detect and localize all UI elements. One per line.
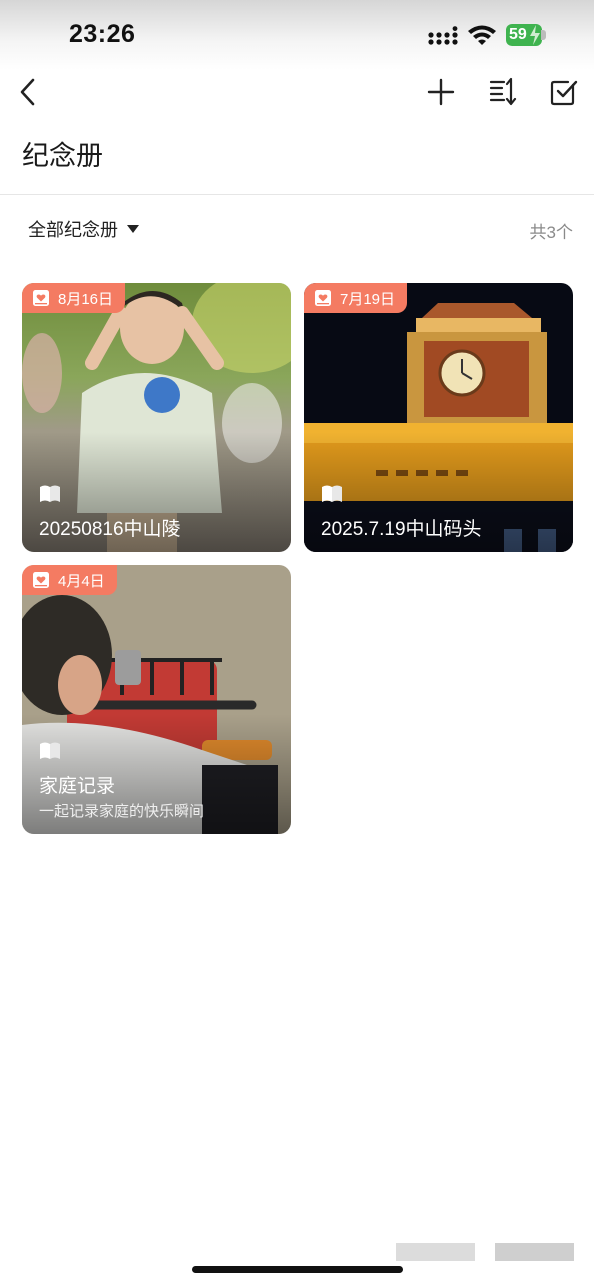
add-icon[interactable] — [426, 77, 456, 107]
page-title: 纪念册 — [22, 141, 103, 171]
date-badge: 7月19日 — [304, 283, 408, 313]
sort-icon[interactable] — [487, 76, 519, 108]
heart-book-icon — [33, 290, 49, 306]
caret-down-icon — [127, 225, 139, 233]
album-book-icon — [40, 485, 60, 502]
date-badge: 8月16日 — [22, 283, 126, 313]
album-filter-dropdown[interactable]: 全部纪念册 — [28, 215, 140, 243]
header-divider — [0, 194, 594, 195]
heart-book-icon — [33, 572, 49, 588]
album-subtitle: 一起记录家庭的快乐瞬间 — [39, 803, 205, 820]
blurred-watermark — [396, 1243, 475, 1261]
wifi-icon — [468, 25, 496, 45]
album-card[interactable]: 4月4日 家庭记录 一起记录家庭的快乐瞬间 — [22, 565, 291, 834]
album-card[interactable]: 7月19日 2025.7.19中山码头 — [304, 283, 573, 552]
album-date: 4月4日 — [58, 572, 105, 590]
album-title: 家庭记录 — [39, 776, 116, 797]
album-count: 共3个 — [529, 223, 573, 242]
blurred-watermark — [495, 1243, 574, 1261]
album-book-icon — [40, 742, 60, 759]
battery-level: 59 — [509, 26, 527, 43]
status-time: 23:26 — [69, 20, 136, 48]
charging-bolt-icon — [530, 25, 540, 45]
album-date: 7月19日 — [340, 290, 396, 308]
home-indicator[interactable] — [192, 1266, 403, 1273]
album-title: 2025.7.19中山码头 — [321, 519, 482, 540]
cellular-signal-icon — [428, 26, 458, 45]
filter-label: 全部纪念册 — [28, 220, 118, 240]
heart-book-icon — [315, 290, 331, 306]
memorial-albums-screen: 23:26 59 纪念册 全部纪念册 共3个 8月16日 20250816中山陵… — [0, 0, 594, 1280]
album-card[interactable]: 8月16日 20250816中山陵 — [22, 283, 291, 552]
date-badge: 4月4日 — [22, 565, 117, 595]
album-title: 20250816中山陵 — [39, 519, 181, 540]
back-chevron-icon[interactable] — [14, 76, 44, 108]
battery-tip — [541, 30, 546, 40]
album-date: 8月16日 — [58, 290, 114, 308]
status-bar: 23:26 59 — [0, 0, 594, 70]
multi-select-checkbox-icon[interactable] — [548, 76, 580, 108]
album-book-icon — [322, 485, 342, 502]
